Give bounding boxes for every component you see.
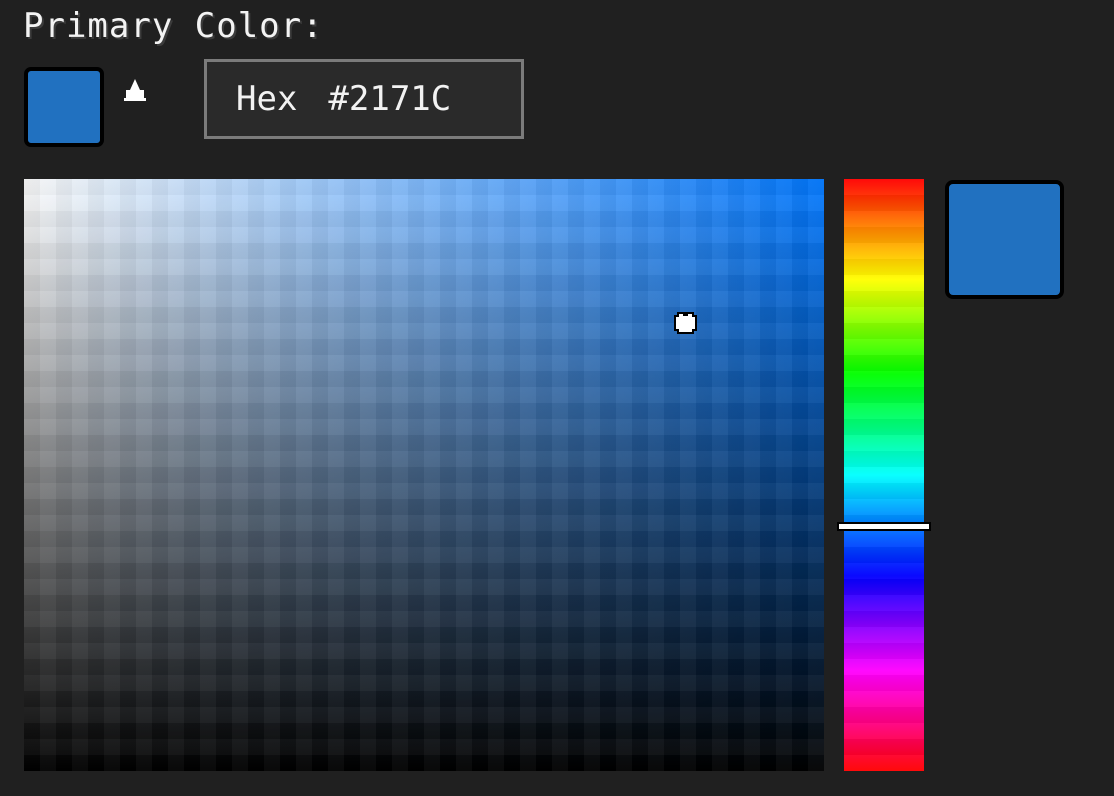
hex-label: Hex [236,79,298,119]
primary-color-swatch[interactable] [24,67,104,147]
hex-value: #2171C [328,79,452,119]
saturation-value-area[interactable] [24,179,824,771]
hex-input[interactable]: Hex #2171C [204,59,524,139]
hue-slider-handle[interactable] [837,522,931,531]
color-preview-large [945,180,1064,299]
sv-cursor-icon[interactable] [668,306,702,340]
up-arrow-icon[interactable] [124,78,146,104]
hue-bar[interactable] [844,179,924,771]
primary-color-label: Primary Color: [23,6,324,46]
